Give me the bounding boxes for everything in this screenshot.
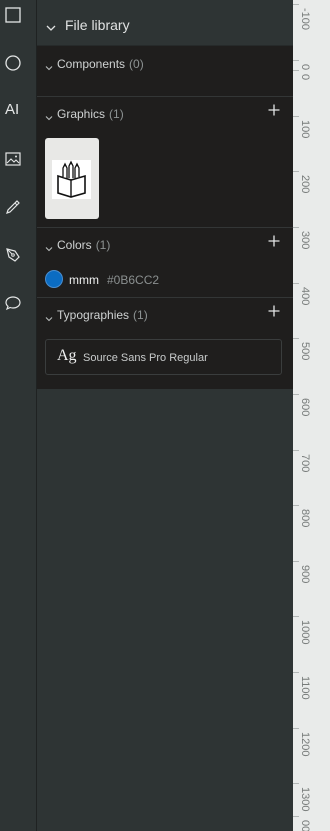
ruler-label: 500 <box>299 342 311 361</box>
graphic-preview <box>52 160 91 199</box>
curve-icon[interactable] <box>4 198 22 216</box>
ruler-tick <box>293 783 299 784</box>
graphics-count: (1) <box>109 107 124 121</box>
ruler-tick <box>293 116 299 117</box>
file-library-panel: File library Components(0) Graphics(1) <box>37 0 293 831</box>
ruler-label: 0 <box>299 64 311 71</box>
ruler-tick <box>293 60 299 61</box>
ruler-label: -100 <box>299 8 311 31</box>
color-name[interactable]: mmm <box>69 273 99 287</box>
ruler-tick <box>293 672 299 673</box>
left-toolbar: AI <box>0 0 37 831</box>
ruler-tick <box>293 728 299 729</box>
ruler-label: 300 <box>299 231 311 250</box>
ellipse-icon[interactable] <box>4 54 22 72</box>
ruler-label: 1000 <box>299 620 311 645</box>
typographies-section-header[interactable]: Typographies (1) <box>37 299 293 329</box>
ruler-label: 400 <box>299 287 311 306</box>
components-label: Components (0) <box>57 57 144 71</box>
chevron-down-icon[interactable] <box>45 59 53 71</box>
graphic-thumbnail[interactable] <box>45 138 99 219</box>
add-color-button[interactable] <box>267 234 281 248</box>
ruler-label: 1300 <box>299 787 311 812</box>
comments-icon[interactable] <box>4 294 22 312</box>
colors-label: Colors (1) <box>57 238 111 252</box>
ruler-label: 00 <box>299 820 311 831</box>
ruler-tick <box>293 394 299 395</box>
chevron-down-icon[interactable] <box>45 310 53 322</box>
ruler-label: 600 <box>299 398 311 417</box>
file-library-header[interactable]: File library <box>37 0 293 46</box>
ruler-label: 900 <box>299 565 311 584</box>
add-typography-button[interactable] <box>267 304 281 318</box>
divider <box>37 227 293 228</box>
path-icon[interactable] <box>4 246 22 264</box>
color-hex-value: #0B6CC2 <box>107 273 160 287</box>
ruler-tick <box>293 561 299 562</box>
components-section-header[interactable]: Components (0) <box>37 48 293 78</box>
ruler-label: 1200 <box>299 732 311 757</box>
graphics-label: Graphics (1) <box>57 107 124 121</box>
text-icon[interactable]: AI <box>5 101 23 119</box>
ruler-label: 200 <box>299 175 311 194</box>
ruler-tick <box>293 70 299 71</box>
ruler-tick <box>293 338 299 339</box>
ruler-tick <box>293 450 299 451</box>
ruler-tick <box>293 616 299 617</box>
typography-name: Source Sans Pro Regular <box>83 352 208 364</box>
typography-preview: Ag <box>57 347 77 364</box>
rectangle-icon[interactable] <box>4 6 22 24</box>
file-library-title: File library <box>65 17 130 33</box>
image-icon[interactable] <box>4 150 22 168</box>
graphics-section-header[interactable]: Graphics (1) <box>37 98 293 128</box>
chevron-down-icon[interactable] <box>45 240 53 252</box>
divider <box>37 96 293 97</box>
penpot-logo-icon <box>57 160 86 198</box>
ruler-tick <box>293 227 299 228</box>
chevron-down-icon[interactable] <box>46 20 56 31</box>
typography-item[interactable]: Ag Source Sans Pro Regular <box>45 339 282 375</box>
add-graphic-button[interactable] <box>267 103 281 117</box>
color-swatch[interactable] <box>45 270 63 288</box>
vertical-ruler: -100 0 0 100 200 300 400 500 600 700 800 900 1000 110… <box>293 0 330 831</box>
colors-count: (1) <box>95 238 111 252</box>
chevron-down-icon[interactable] <box>45 109 53 121</box>
typographies-label: Typographies (1) <box>57 308 148 322</box>
colors-section-header[interactable]: Colors (1) <box>37 229 293 259</box>
library-content: Components (0) Graphics (1) Colors (1) m… <box>37 46 293 389</box>
ruler-label: 700 <box>299 454 311 473</box>
divider <box>37 297 293 298</box>
typographies-count: (1) <box>133 308 148 322</box>
ruler-tick <box>293 816 299 817</box>
ruler-label: 800 <box>299 509 311 528</box>
ruler-label: 0 <box>299 74 311 81</box>
components-count: (0) <box>129 57 144 71</box>
ruler-tick <box>293 171 299 172</box>
ruler-tick <box>293 283 299 284</box>
ruler-label: 1100 <box>299 676 311 700</box>
ruler-label: 100 <box>299 120 311 139</box>
ruler-tick <box>293 505 299 506</box>
ruler-tick <box>293 4 299 5</box>
